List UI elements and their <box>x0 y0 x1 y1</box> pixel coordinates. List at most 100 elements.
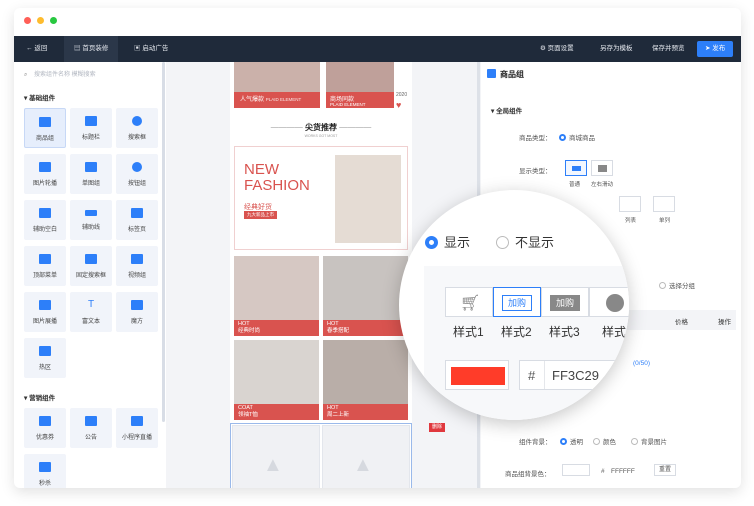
tile-notice[interactable]: 公告 <box>70 408 112 448</box>
page-settings-button[interactable]: ⚙ 页面设置 <box>532 36 582 62</box>
notice-icon <box>85 416 97 426</box>
table-header-price: 价格 <box>675 319 688 326</box>
banner-image-right[interactable] <box>326 62 394 92</box>
item-bg-swatch[interactable] <box>562 464 590 476</box>
style-option-round-cart[interactable] <box>589 287 629 317</box>
radio-checked-icon <box>425 236 438 249</box>
bg-color-radio[interactable]: 颜色 <box>593 436 616 446</box>
background-label: 组件背景： <box>519 439 552 446</box>
promo-card[interactable]: NEW FASHION 经典好货 九大新品上市 <box>234 146 408 250</box>
tile-divider[interactable]: 辅助线 <box>70 200 112 240</box>
promo-tag: 九大新品上市 <box>244 211 277 219</box>
tile-product-group[interactable]: 商品组 <box>24 108 66 148</box>
list-type-single-label: 单列 <box>659 218 671 224</box>
tile-image-showcase[interactable]: 图片展播 <box>24 292 66 332</box>
minimize-window-dot[interactable] <box>37 17 44 24</box>
display-type-slide[interactable] <box>591 160 613 176</box>
tab-home-decor[interactable]: ▤ 首页装修 <box>64 36 119 62</box>
product-card-3[interactable]: COAT 领袖T恤 <box>234 340 319 420</box>
carousel-icon <box>39 162 51 172</box>
video-icon <box>131 254 143 264</box>
tile-top-menu[interactable]: 顶部菜单 <box>24 246 66 286</box>
item-bg-label: 商品组背景色： <box>505 471 551 478</box>
list-type-list-label: 列表 <box>625 218 637 224</box>
list-type-list[interactable] <box>619 196 641 212</box>
component-search-input[interactable]: ⌕ 搜索组件名称 模糊搜索 <box>22 68 158 82</box>
banner-year: 2020 <box>396 92 408 98</box>
hash-symbol: # <box>528 368 536 383</box>
product-card-1[interactable]: HOT 经典时尚 <box>234 256 319 336</box>
slide-layout-icon <box>598 165 607 172</box>
phone-preview: 人气爆款 PLAID ELEMENT 商场同款 PLAID ELEMENT 20… <box>230 62 412 488</box>
maximize-window-dot[interactable] <box>50 17 57 24</box>
display-type-label: 显示类型： <box>519 168 552 175</box>
list-type-single[interactable] <box>653 196 675 212</box>
display-type-normal-label: 普通 <box>569 182 581 188</box>
banner-caption-right-en: PLAID ELEMENT <box>330 102 366 107</box>
publish-button[interactable]: ➤ 发布 <box>697 41 734 57</box>
style-label-2: 样式2 <box>501 325 532 339</box>
product-type-radio[interactable]: 商城商品 <box>559 132 595 142</box>
display-type-normal[interactable] <box>565 160 587 176</box>
button-color-swatch[interactable] <box>445 360 509 390</box>
tile-single-image[interactable]: 单图组 <box>70 154 112 194</box>
radio-unchecked-icon <box>496 236 509 249</box>
live-icon <box>131 416 143 426</box>
tile-hotspot[interactable]: 热区 <box>24 338 66 378</box>
style-option-add-filled[interactable]: 加购 <box>541 287 589 317</box>
style-label-1: 样式1 <box>453 325 484 339</box>
tile-magic-cube[interactable]: 魔方 <box>116 292 158 332</box>
search-box-icon <box>132 116 142 126</box>
product-card-4[interactable]: HOT 周二上新 <box>323 340 408 420</box>
style-option-add-text[interactable]: 加购 <box>493 287 541 317</box>
tab-launch-ad[interactable]: ▣ 启动广告 <box>126 36 176 62</box>
bg-transparent-radio[interactable]: 透明 <box>560 436 583 446</box>
tile-rich-text[interactable]: T 富文本 <box>70 292 112 332</box>
section-title: ———— 尖货推荐 ———— <box>270 123 372 132</box>
save-preview-button[interactable]: 保存并预览 <box>644 36 693 62</box>
fixed-search-icon <box>85 254 97 264</box>
table-header-action: 操作 <box>718 319 731 326</box>
style-label-3: 样式3 <box>549 325 580 339</box>
placeholder-image-1: ▲ <box>232 425 320 488</box>
bg-image-radio[interactable]: 背景图片 <box>631 436 667 446</box>
hex-value: FF3C29 <box>552 368 599 383</box>
arrow-left-icon: ← <box>26 45 33 52</box>
tile-video-group[interactable]: 视频组 <box>116 246 158 286</box>
coupon-icon <box>39 416 51 426</box>
tile-coupon[interactable]: 优惠券 <box>24 408 66 448</box>
hide-radio[interactable]: 不显示 <box>496 232 554 251</box>
item-bg-input[interactable]: FFFFFF <box>611 468 635 475</box>
hex-input[interactable]: # FF3C29 <box>519 360 629 390</box>
product-card-2[interactable]: HOT 春季搭配 <box>323 256 408 336</box>
show-radio[interactable]: 显示 <box>425 232 470 251</box>
top-toolbar: ← 返回 ▤ 首页装修 ▣ 启动广告 ⚙ 页面设置 另存为模板 保存并预览 ➤ … <box>14 36 741 62</box>
banner-caption-left: 人气爆款 PLAID ELEMENT <box>234 92 320 108</box>
close-window-dot[interactable] <box>24 17 31 24</box>
product-group-icon <box>39 117 51 127</box>
select-category-radio[interactable]: 选择分组 <box>659 280 695 290</box>
back-button[interactable]: ← 返回 <box>18 36 55 62</box>
tile-mini-live[interactable]: 小程序直播 <box>116 408 158 448</box>
button-group-icon <box>132 162 142 172</box>
tile-spacer[interactable]: 辅助空白 <box>24 200 66 240</box>
placeholder-image-2: ▲ <box>322 425 410 488</box>
menu-icon <box>39 254 51 264</box>
delete-component-button[interactable]: 删除 <box>429 423 446 432</box>
tile-flash-sale[interactable]: 秒杀 <box>24 454 66 488</box>
tile-tabs[interactable]: 标签页 <box>116 200 158 240</box>
tile-button-group[interactable]: 按钮组 <box>116 154 158 194</box>
sidebar-scrollbar[interactable] <box>162 62 165 422</box>
banner-image-left[interactable] <box>234 62 320 92</box>
reset-button[interactable]: 重置 <box>654 464 676 476</box>
tile-search-box[interactable]: 搜索框 <box>116 108 158 148</box>
flash-sale-icon <box>39 462 51 472</box>
save-template-button[interactable]: 另存为模板 <box>592 36 641 62</box>
heart-icon[interactable]: ♥ <box>396 100 401 110</box>
display-type-slide-label: 左右滑动 <box>591 182 614 188</box>
tile-image-carousel[interactable]: 图片轮播 <box>24 154 66 194</box>
style-option-cart[interactable]: 🛒︎ <box>445 287 493 317</box>
tile-fixed-search[interactable]: 固定搜索框 <box>70 246 112 286</box>
divider-icon <box>85 210 97 216</box>
tile-title-bar[interactable]: 标题栏 <box>70 108 112 148</box>
